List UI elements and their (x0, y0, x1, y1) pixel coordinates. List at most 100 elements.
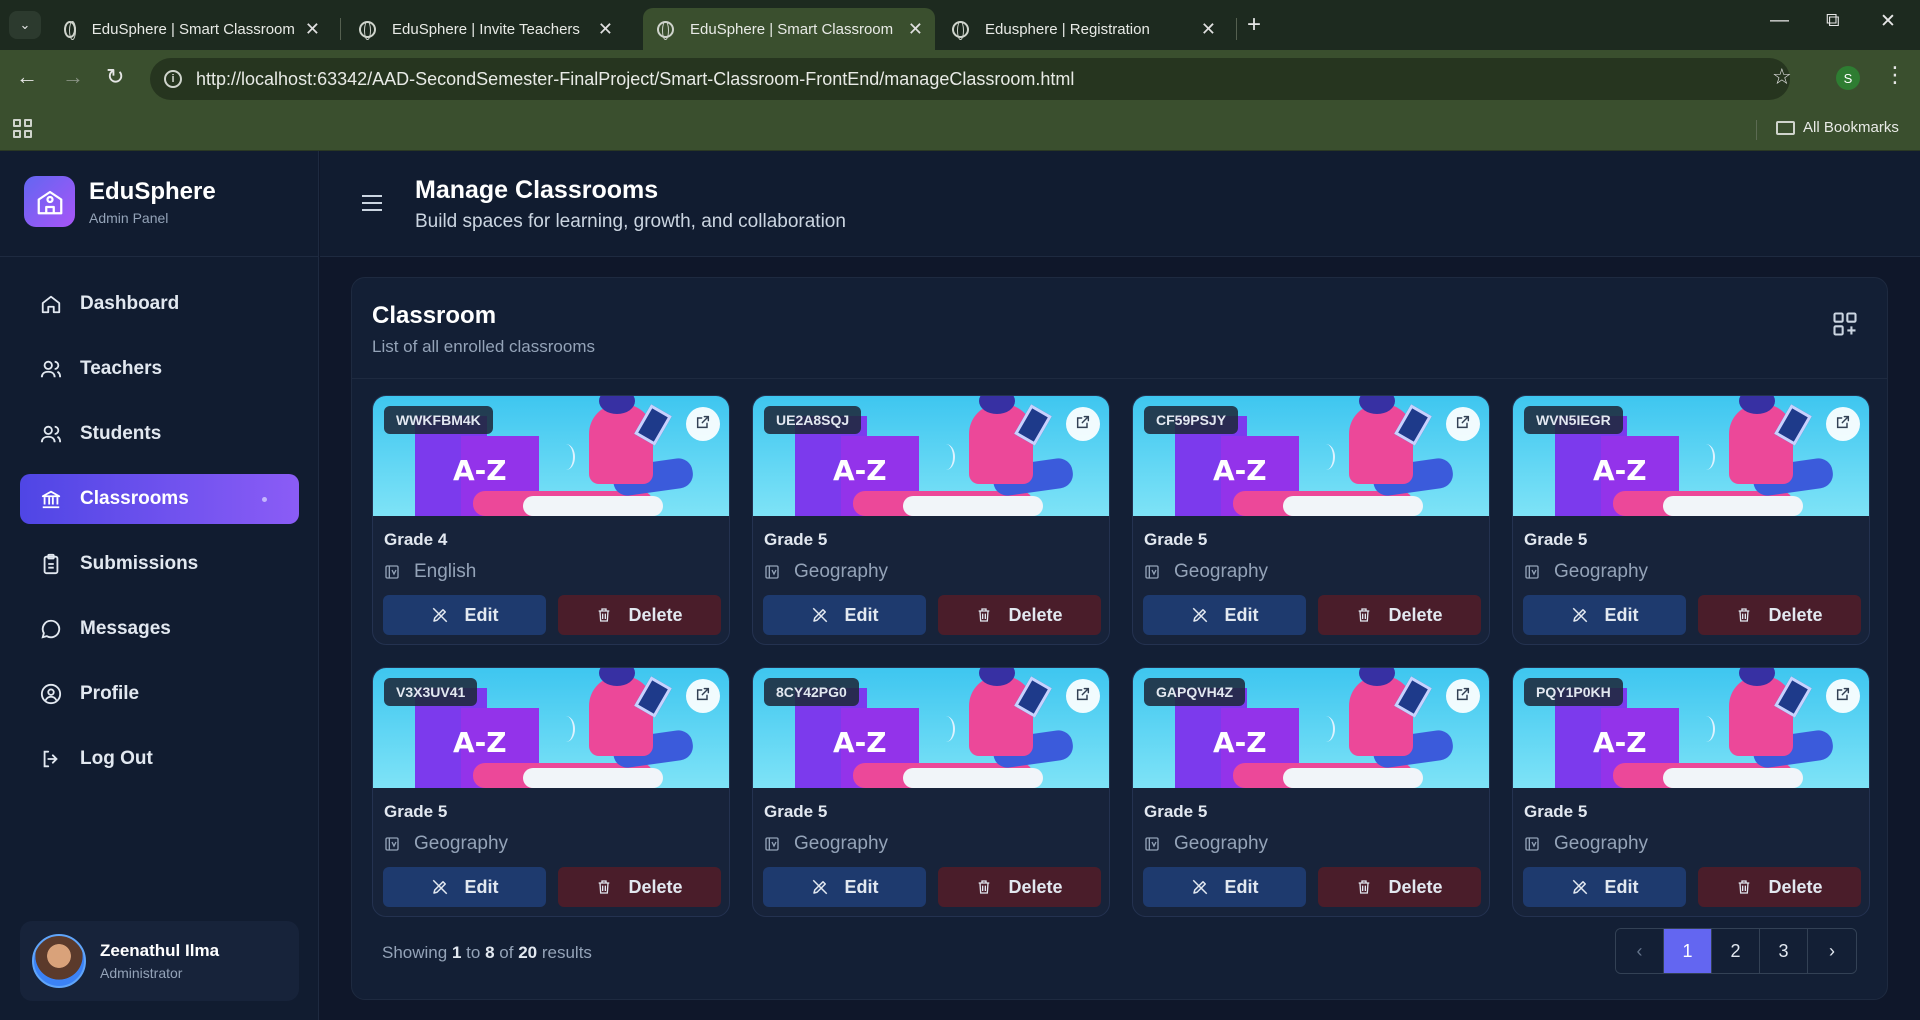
sidebar-item-profile[interactable]: Profile (20, 669, 299, 719)
logout-icon (38, 746, 64, 772)
panel-title: Classroom (372, 302, 497, 329)
bookmark-star-icon[interactable]: ☆ (1772, 64, 1792, 90)
sidebar-item-label: Classrooms (80, 488, 189, 509)
next-page-button[interactable]: › (1808, 929, 1856, 973)
address-bar-url: http://localhost:63342/AAD-SecondSemeste… (196, 68, 1075, 89)
close-icon[interactable]: ✕ (305, 19, 320, 40)
reload-icon[interactable]: ↻ (106, 64, 124, 90)
classroom-subject: Geography (764, 833, 888, 855)
delete-button[interactable]: Delete (1318, 867, 1481, 907)
back-arrow-icon[interactable]: ← (16, 64, 38, 90)
sidebar-item-logout[interactable]: Log Out (20, 734, 299, 784)
edit-button[interactable]: Edit (763, 867, 926, 907)
profile-avatar-icon[interactable]: S (1836, 66, 1860, 90)
site-info-icon[interactable]: i (164, 70, 182, 88)
apps-grid-icon[interactable] (13, 119, 32, 138)
browser-menu-icon[interactable]: ⋮ (1884, 62, 1906, 88)
new-tab-plus-icon[interactable]: + (1247, 11, 1261, 39)
panel-divider (352, 378, 1887, 379)
class-code-badge: PQY1P0KH (1524, 678, 1623, 706)
forward-arrow-icon[interactable]: → (62, 64, 84, 90)
open-classroom-button[interactable] (1446, 407, 1480, 441)
sidebar-item-dashboard[interactable]: Dashboard (20, 279, 299, 329)
external-link-icon (695, 686, 711, 707)
book-icon (764, 564, 780, 580)
classroom-grade: Grade 5 (764, 802, 828, 821)
book-icon (1144, 836, 1160, 852)
delete-button[interactable]: Delete (1318, 595, 1481, 635)
classroom-card[interactable]: A-Z 8CY42PG0 Grade 5 Geography Edit Dele… (752, 667, 1110, 917)
sidebar-item-teachers[interactable]: Teachers (20, 344, 299, 394)
classroom-card[interactable]: A-Z WWKFBM4K Grade 4 English Edit Delete (372, 395, 730, 645)
az-illustration: A-Z (1593, 726, 1647, 759)
open-classroom-button[interactable] (686, 679, 720, 713)
address-bar[interactable]: i http://localhost:63342/AAD-SecondSemes… (150, 58, 1790, 100)
prev-page-button[interactable]: ‹ (1616, 929, 1664, 973)
panel-subtitle: List of all enrolled classrooms (372, 337, 595, 356)
book-icon (1144, 564, 1160, 580)
classroom-card[interactable]: A-Z CF59PSJY Grade 5 Geography Edit Dele… (1132, 395, 1490, 645)
sidebar-item-label: Messages (80, 618, 171, 639)
minimize-icon[interactable]: — (1770, 10, 1789, 32)
sidebar-item-messages[interactable]: Messages (20, 604, 299, 654)
tab-separator (340, 18, 341, 40)
page-button-2[interactable]: 2 (1712, 929, 1760, 973)
browser-tab-title: EduSphere | Smart Classroom (690, 20, 894, 38)
classroom-card[interactable]: A-Z WVN5IEGR Grade 5 Geography Edit Dele… (1512, 395, 1870, 645)
summary-prefix: Showing (382, 943, 448, 962)
classroom-card[interactable]: A-Z UE2A8SQJ Grade 5 Geography Edit Dele… (752, 395, 1110, 645)
open-classroom-button[interactable] (1826, 407, 1860, 441)
browser-tab-3[interactable]: EduSphere | Smart Classroom ✕ (643, 8, 935, 50)
page-button-1[interactable]: 1 (1664, 929, 1712, 973)
sidebar-item-students[interactable]: Students (20, 409, 299, 459)
browser-tab-4[interactable]: Edusphere | Registration ✕ (938, 8, 1228, 50)
close-icon[interactable]: ✕ (908, 19, 923, 40)
brand: EduSphere Admin Panel (24, 176, 216, 227)
browser-tab-2[interactable]: EduSphere | Invite Teachers ✕ (345, 8, 625, 50)
open-classroom-button[interactable] (1066, 407, 1100, 441)
close-icon[interactable]: ✕ (598, 19, 613, 40)
open-classroom-button[interactable] (1066, 679, 1100, 713)
user-card[interactable]: Zeenathul Ilma Administrator (20, 921, 299, 1001)
edit-button[interactable]: Edit (1143, 595, 1306, 635)
window-close-icon[interactable]: ✕ (1880, 10, 1896, 33)
edit-button[interactable]: Edit (383, 595, 546, 635)
classroom-card[interactable]: A-Z V3X3UV41 Grade 5 Geography Edit Dele… (372, 667, 730, 917)
hamburger-menu-icon[interactable] (362, 195, 382, 216)
edit-button[interactable]: Edit (383, 867, 546, 907)
classroom-banner-image: A-Z CF59PSJY (1133, 396, 1489, 516)
all-bookmarks-button[interactable]: All Bookmarks (1776, 119, 1899, 136)
edit-button[interactable]: Edit (763, 595, 926, 635)
classroom-card[interactable]: A-Z PQY1P0KH Grade 5 Geography Edit Dele… (1512, 667, 1870, 917)
delete-button[interactable]: Delete (1698, 867, 1861, 907)
classroom-card[interactable]: A-Z GAPQVH4Z Grade 5 Geography Edit Dele… (1132, 667, 1490, 917)
restore-icon[interactable]: ⧉ (1826, 10, 1840, 32)
classroom-banner-image: A-Z PQY1P0KH (1513, 668, 1869, 788)
delete-button[interactable]: Delete (938, 595, 1101, 635)
open-classroom-button[interactable] (1446, 679, 1480, 713)
classroom-grid: A-Z WWKFBM4K Grade 4 English Edit Delete… (372, 395, 1870, 917)
page-button-3[interactable]: 3 (1760, 929, 1808, 973)
globe-icon (64, 20, 76, 40)
open-classroom-button[interactable] (1826, 679, 1860, 713)
edit-pencil-icon (431, 878, 457, 896)
browser-tab-1[interactable]: EduSphere | Smart Classroom ✕ (50, 8, 332, 50)
edit-button[interactable]: Edit (1143, 867, 1306, 907)
delete-button[interactable]: Delete (558, 867, 721, 907)
add-classroom-button[interactable] (1831, 310, 1859, 338)
brand-name: EduSphere (89, 177, 216, 205)
edit-button[interactable]: Edit (1523, 867, 1686, 907)
delete-button[interactable]: Delete (1698, 595, 1861, 635)
sidebar-item-submissions[interactable]: Submissions (20, 539, 299, 589)
tab-search-button[interactable]: ⌄ (9, 11, 41, 39)
summary-to-word: to (466, 943, 481, 962)
trash-icon (1356, 606, 1380, 624)
close-icon[interactable]: ✕ (1201, 19, 1216, 40)
sidebar-item-classrooms[interactable]: Classrooms (20, 474, 299, 524)
open-classroom-button[interactable] (686, 407, 720, 441)
edit-button[interactable]: Edit (1523, 595, 1686, 635)
class-code-badge: WVN5IEGR (1524, 406, 1623, 434)
delete-button[interactable]: Delete (558, 595, 721, 635)
delete-button[interactable]: Delete (938, 867, 1101, 907)
az-illustration: A-Z (453, 454, 507, 487)
